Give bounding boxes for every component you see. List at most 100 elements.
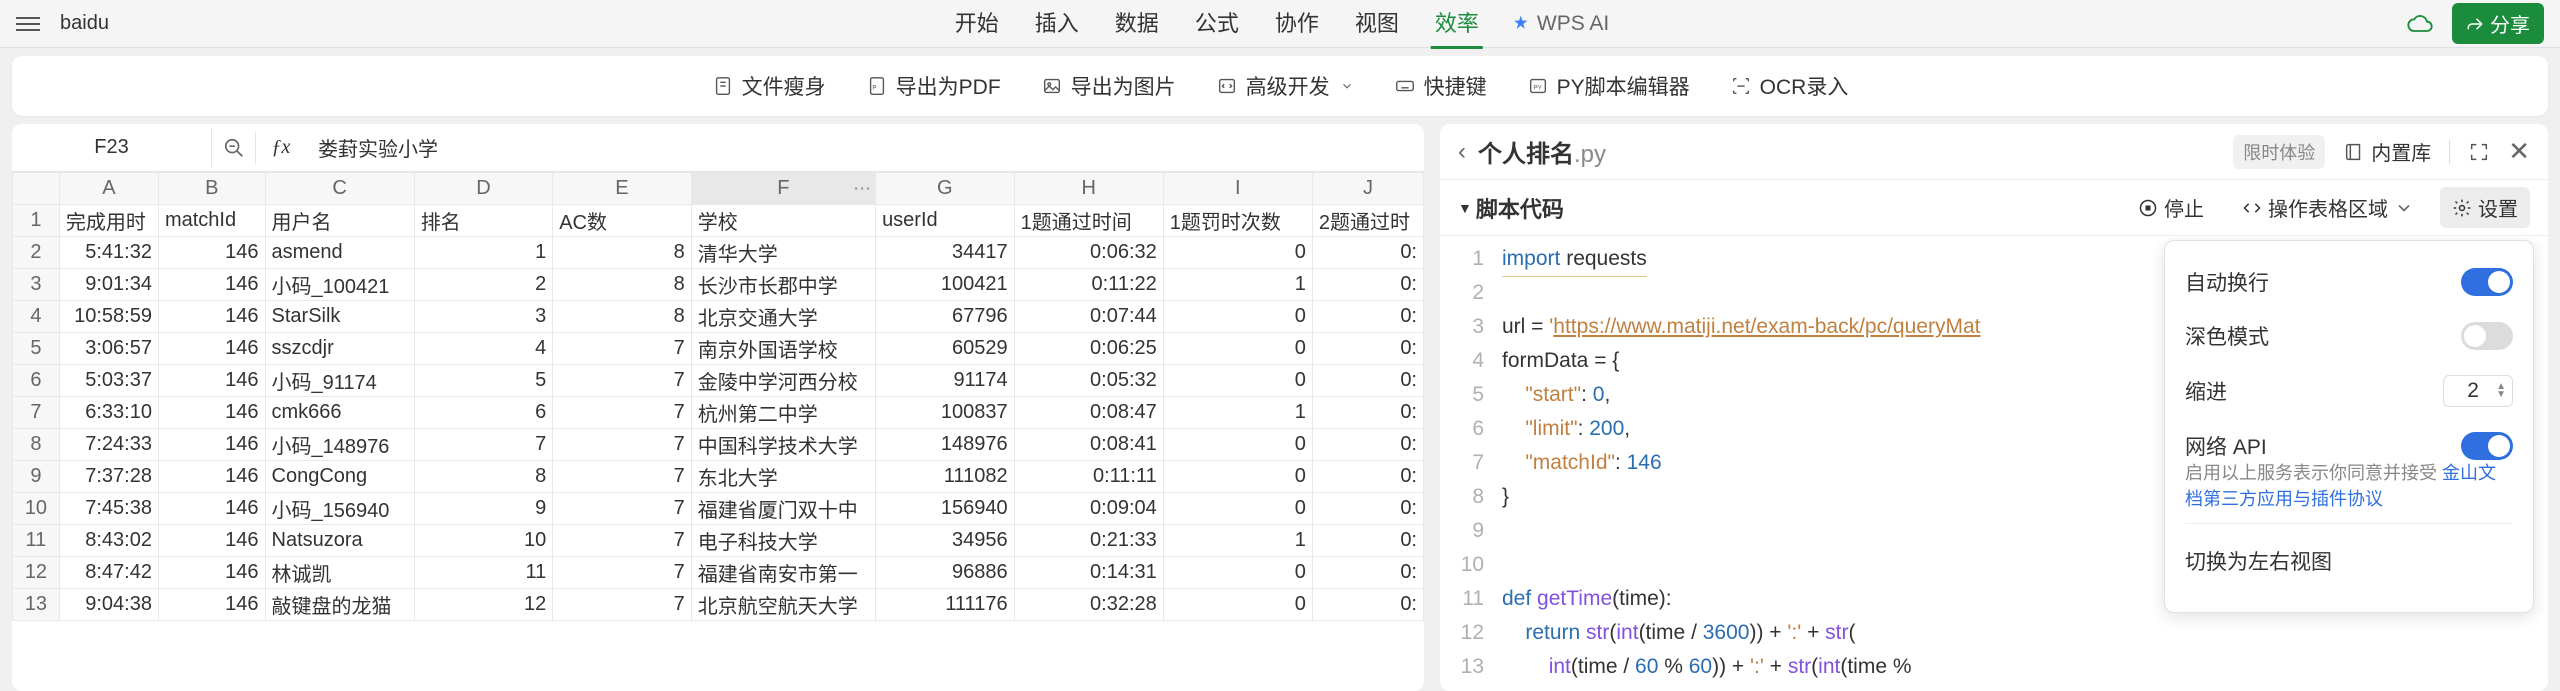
cell[interactable]: 中国科学技术大学 — [691, 429, 875, 461]
cell[interactable]: 10 — [414, 525, 553, 557]
cell[interactable]: sszcdjr — [265, 333, 414, 365]
row-header[interactable]: 7 — [13, 397, 60, 429]
cell[interactable]: 0: — [1312, 525, 1423, 557]
cell[interactable]: 6 — [414, 397, 553, 429]
cell[interactable]: 0:11:22 — [1014, 269, 1163, 301]
cell[interactable]: 146 — [158, 429, 265, 461]
cell[interactable]: asmend — [265, 237, 414, 269]
cell[interactable]: 6:33:10 — [59, 397, 158, 429]
table-row[interactable]: 128:47:42146林诚凯117福建省南安市第一968860:14:3100… — [13, 557, 1424, 589]
cell[interactable]: 0: — [1312, 365, 1423, 397]
stepper-icon[interactable]: ▲▼ — [2496, 383, 2506, 399]
cell[interactable]: 0 — [1163, 365, 1312, 397]
cell[interactable]: 3:06:57 — [59, 333, 158, 365]
cell[interactable]: 96886 — [876, 557, 1015, 589]
cell[interactable]: 0: — [1312, 429, 1423, 461]
select-all-corner[interactable] — [13, 173, 60, 205]
table-row[interactable]: 87:24:33146小码_14897677中国科学技术大学1489760:08… — [13, 429, 1424, 461]
cell[interactable]: 0: — [1312, 269, 1423, 301]
cell[interactable]: 学校 — [691, 205, 875, 237]
cell[interactable]: 7 — [553, 461, 692, 493]
cell[interactable]: 60529 — [876, 333, 1015, 365]
cell[interactable]: 8:47:42 — [59, 557, 158, 589]
table-row[interactable]: 53:06:57146sszcdjr47南京外国语学校605290:06:250… — [13, 333, 1424, 365]
cell[interactable]: 0: — [1312, 397, 1423, 429]
cell[interactable]: 111082 — [876, 461, 1015, 493]
cell[interactable]: 林诚凯 — [265, 557, 414, 589]
cell[interactable]: 8 — [553, 237, 692, 269]
stop-button[interactable]: 停止 — [2126, 187, 2216, 228]
cell[interactable]: 小码_91174 — [265, 365, 414, 397]
cell[interactable]: 146 — [158, 365, 265, 397]
formula-value[interactable]: 娄葑实验小学 — [306, 133, 438, 162]
cell[interactable]: 5:03:37 — [59, 365, 158, 397]
row-header[interactable]: 1 — [13, 205, 60, 237]
table-row[interactable]: 410:58:59146StarSilk38北京交通大学677960:07:44… — [13, 301, 1424, 333]
cell[interactable]: 9:01:34 — [59, 269, 158, 301]
ribbon-file-slim[interactable]: 文件瘦身 — [712, 71, 826, 101]
fx-icon[interactable]: ƒx — [256, 130, 306, 165]
row-header[interactable]: 12 — [13, 557, 60, 589]
col-header-I[interactable]: I — [1163, 173, 1312, 205]
cell[interactable]: 0 — [1163, 301, 1312, 333]
row-header[interactable]: 6 — [13, 365, 60, 397]
cell[interactable]: 北京航空航天大学 — [691, 589, 875, 621]
cell[interactable]: AC数 — [553, 205, 692, 237]
cell[interactable]: 0 — [1163, 333, 1312, 365]
cell[interactable]: 4 — [414, 333, 553, 365]
cell[interactable]: matchId — [158, 205, 265, 237]
cell[interactable]: 7 — [553, 557, 692, 589]
table-row[interactable]: 118:43:02146Natsuzora107电子科技大学349560:21:… — [13, 525, 1424, 557]
cell[interactable]: 南京外国语学校 — [691, 333, 875, 365]
cell[interactable]: 146 — [158, 557, 265, 589]
cell[interactable]: 34417 — [876, 237, 1015, 269]
cell[interactable]: 2题通过时 — [1312, 205, 1423, 237]
cell[interactable]: 敲键盘的龙猫 — [265, 589, 414, 621]
row-header[interactable]: 2 — [13, 237, 60, 269]
grid[interactable]: ABCDEF⋯GHIJ1完成用时matchId用户名排名AC数学校userId1… — [12, 172, 1424, 691]
cell[interactable]: userId — [876, 205, 1015, 237]
tab-efficiency[interactable]: 效率 — [1431, 0, 1483, 49]
cell[interactable]: 146 — [158, 589, 265, 621]
col-header-D[interactable]: D — [414, 173, 553, 205]
settings-button[interactable]: 设置 — [2440, 187, 2530, 228]
table-row[interactable]: 39:01:34146小码_10042128长沙市长郡中学1004210:11:… — [13, 269, 1424, 301]
cell[interactable]: 5:41:32 — [59, 237, 158, 269]
cell[interactable]: 0:06:32 — [1014, 237, 1163, 269]
cell[interactable]: 8:43:02 — [59, 525, 158, 557]
table-row[interactable]: 139:04:38146敲键盘的龙猫127北京航空航天大学1111760:32:… — [13, 589, 1424, 621]
cell[interactable]: 7 — [553, 333, 692, 365]
cell[interactable]: 杭州第二中学 — [691, 397, 875, 429]
col-header-A[interactable]: A — [59, 173, 158, 205]
row-header[interactable]: 5 — [13, 333, 60, 365]
cell[interactable]: 3 — [414, 301, 553, 333]
ribbon-shortcut[interactable]: 快捷键 — [1394, 71, 1487, 101]
cell[interactable]: 146 — [158, 333, 265, 365]
cell[interactable]: 东北大学 — [691, 461, 875, 493]
cell[interactable]: 7 — [553, 429, 692, 461]
section-title[interactable]: ▼脚本代码 — [1458, 192, 1564, 224]
cell[interactable]: 146 — [158, 493, 265, 525]
tab-view[interactable]: 视图 — [1351, 0, 1403, 49]
cell[interactable]: 0 — [1163, 493, 1312, 525]
row-header[interactable]: 8 — [13, 429, 60, 461]
cell[interactable]: 0:05:32 — [1014, 365, 1163, 397]
col-header-H[interactable]: H — [1014, 173, 1163, 205]
cell[interactable]: 91174 — [876, 365, 1015, 397]
zoom-out-icon[interactable] — [212, 131, 256, 165]
cell[interactable]: 0:14:31 — [1014, 557, 1163, 589]
cell[interactable]: 0 — [1163, 237, 1312, 269]
table-row[interactable]: 25:41:32146asmend18清华大学344170:06:3200: — [13, 237, 1424, 269]
back-button[interactable]: ‹ — [1458, 138, 1466, 166]
cell[interactable]: 146 — [158, 301, 265, 333]
cell[interactable]: 5 — [414, 365, 553, 397]
cell[interactable]: 北京交通大学 — [691, 301, 875, 333]
cell[interactable]: 0: — [1312, 557, 1423, 589]
hamburger-icon[interactable] — [16, 12, 40, 36]
cell[interactable]: 排名 — [414, 205, 553, 237]
cell[interactable]: 7 — [553, 493, 692, 525]
cell[interactable]: 0:08:47 — [1014, 397, 1163, 429]
cell[interactable]: 7 — [553, 365, 692, 397]
cell[interactable]: 1题罚时次数 — [1163, 205, 1312, 237]
cell[interactable]: 8 — [553, 269, 692, 301]
